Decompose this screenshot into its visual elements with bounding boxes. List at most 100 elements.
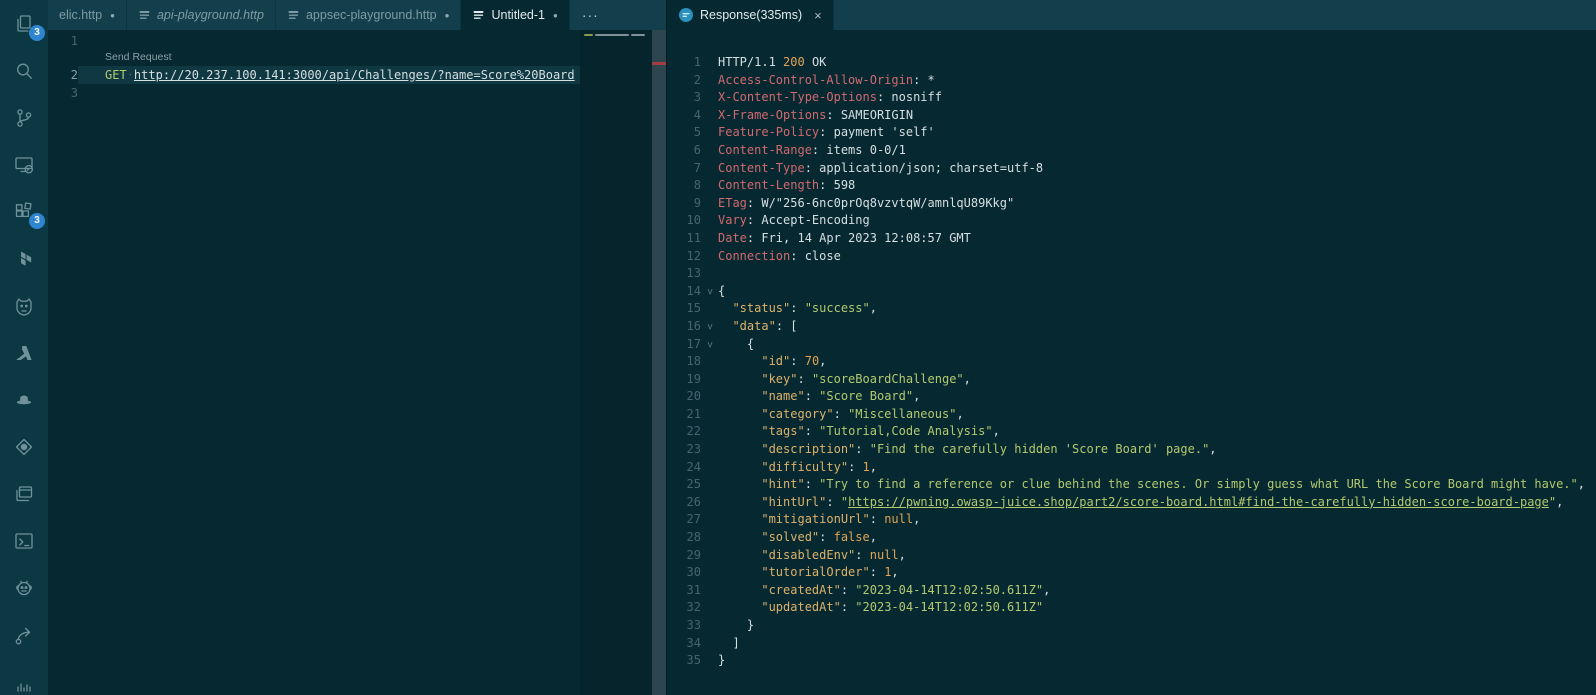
- azure-icon[interactable]: [0, 329, 48, 376]
- minimap[interactable]: [580, 30, 652, 695]
- fold-gutter: [701, 423, 718, 441]
- hint-url-link[interactable]: https://pwning.owasp-juice.shop/part2/sc…: [848, 495, 1549, 509]
- fold-gutter: [701, 564, 718, 582]
- code-token: : close: [790, 248, 841, 263]
- minimap-line-render: [595, 34, 629, 36]
- tab-label: Untitled-1: [491, 8, 545, 22]
- code-token: "Try to find a reference or clue behind …: [819, 477, 1578, 492]
- overview-ruler-scrollbar[interactable]: [652, 30, 666, 695]
- line-number: 27: [686, 512, 701, 527]
- tab-elic-http[interactable]: elic.http ●: [48, 0, 127, 30]
- code-token: "2023-04-14T12:02:50.611Z": [855, 582, 1044, 597]
- request-code-area[interactable]: 1 Send Request 2 GET·http://20.237.100.141:…: [48, 30, 580, 695]
- code-line: 29 "disabledEnv": null,: [667, 547, 1596, 565]
- tab-api-playground-http[interactable]: api-playground.http: [127, 0, 276, 30]
- tab-untitled-1[interactable]: Untitled-1 ●: [461, 0, 570, 30]
- codelens-row: Send Request: [48, 50, 580, 66]
- dirty-indicator[interactable]: ●: [110, 11, 115, 20]
- robot-icon[interactable]: [0, 564, 48, 611]
- code-line: 3 X-Content-Type-Options: nosniff: [667, 89, 1596, 107]
- code-token: ,: [869, 459, 877, 474]
- line-number: 1: [693, 55, 701, 69]
- equalizer-icon[interactable]: [0, 658, 48, 695]
- code-token: : W/"256-6nc0prOq8vzvtqW/amnlqU89Kkg": [746, 195, 1015, 210]
- code-token: 200: [783, 55, 805, 69]
- code-token: "difficulty": [761, 459, 849, 474]
- code-token: :: [819, 530, 834, 545]
- line-number: 19: [686, 371, 701, 386]
- extensions-icon[interactable]: 3: [0, 188, 48, 235]
- source-control-icon[interactable]: [0, 94, 48, 141]
- code-line: 31 "createdAt": "2023-04-14T12:02:50.611…: [667, 582, 1596, 600]
- code-token: : nosniff: [876, 90, 942, 105]
- code-line: 22 "tags": "Tutorial,Code Analysis",: [667, 423, 1596, 441]
- code-line: 14 >{: [667, 283, 1596, 301]
- code-line: 16 > "data": [: [667, 318, 1596, 336]
- code-token: "Miscellaneous": [848, 406, 957, 421]
- code-token: ,: [898, 547, 906, 562]
- fold-chevron-icon[interactable]: >: [701, 336, 718, 354]
- fold-chevron-icon[interactable]: >: [701, 318, 718, 336]
- editor-group-response: Response(335ms) × 1 HTTP/1.1 200 OK 2 Acces…: [666, 0, 1596, 695]
- more-actions-button[interactable]: ···: [570, 0, 611, 30]
- code-token: "Find the carefully hidden 'Score Board'…: [869, 442, 1210, 457]
- response-code-area[interactable]: 1 HTTP/1.1 200 OK 2 Access-Control-Allow-Or…: [667, 30, 1596, 695]
- code-token: :: [869, 512, 885, 527]
- fold-gutter: [701, 582, 718, 600]
- line-number: 17: [686, 336, 701, 351]
- code-token: :: [797, 371, 812, 386]
- files-icon[interactable]: 3: [0, 0, 48, 47]
- code-line: 23 "description": "Find the carefully hi…: [667, 441, 1596, 459]
- line-number: 32: [686, 600, 701, 615]
- hat-icon[interactable]: [0, 376, 48, 423]
- remote-explorer-icon[interactable]: [0, 141, 48, 188]
- line-number: 30: [686, 565, 701, 580]
- code-token: "name": [761, 389, 805, 404]
- tab-response[interactable]: Response(335ms) ×: [667, 0, 834, 30]
- fold-gutter: [701, 300, 718, 318]
- code-token: "hint": [761, 477, 805, 492]
- code-token: :: [826, 494, 841, 509]
- code-line: 2 Access-Control-Allow-Origin: *: [667, 72, 1596, 90]
- code-token: false: [833, 530, 870, 545]
- code-token: "tutorialOrder": [761, 565, 870, 580]
- code-token: Content-Type: [718, 160, 805, 175]
- fold-gutter: [701, 248, 718, 266]
- windows-icon[interactable]: [0, 470, 48, 517]
- search-icon[interactable]: [0, 47, 48, 94]
- fold-chevron-icon[interactable]: >: [701, 283, 718, 301]
- scan-target-icon[interactable]: [0, 423, 48, 470]
- request-url-link[interactable]: http://20.237.100.141:3000/api/Challenge…: [134, 68, 575, 82]
- code-line: 15 "status": "success",: [667, 300, 1596, 318]
- left-tab-bar: elic.http ● api-playground.http appsec-play…: [48, 0, 666, 30]
- dirty-indicator[interactable]: ●: [445, 11, 450, 20]
- code-token: null: [869, 547, 899, 562]
- code-line: 28 "solved": false,: [667, 529, 1596, 547]
- snyk-dog-icon[interactable]: [0, 282, 48, 329]
- fold-gutter: [701, 160, 718, 178]
- code-token: OK: [804, 55, 827, 69]
- terminal-icon[interactable]: [0, 517, 48, 564]
- code-line: 13: [667, 265, 1596, 283]
- line-number: 3: [693, 90, 701, 105]
- fold-gutter: [701, 89, 718, 107]
- dirty-indicator[interactable]: ●: [553, 11, 558, 20]
- line-number: 2: [693, 72, 701, 87]
- tab-appsec-playground-http[interactable]: appsec-playground.http ●: [276, 0, 462, 30]
- code-line: 35}: [667, 652, 1596, 670]
- code-token: Access-Control-Allow-Origin: [718, 72, 914, 87]
- editor-group-left: elic.http ● api-playground.http appsec-play…: [48, 0, 666, 695]
- response-icon: [679, 8, 693, 22]
- code-token: :: [804, 424, 820, 439]
- code-token: ,: [963, 371, 971, 386]
- code-token: {: [718, 336, 755, 351]
- send-request-link[interactable]: Send Request: [105, 51, 172, 63]
- share-icon[interactable]: [0, 611, 48, 658]
- code-line: 25 "hint": "Try to find a reference or c…: [667, 476, 1596, 494]
- close-icon[interactable]: ×: [814, 8, 822, 23]
- terraform-icon[interactable]: [0, 235, 48, 282]
- code-token: ,: [913, 389, 921, 404]
